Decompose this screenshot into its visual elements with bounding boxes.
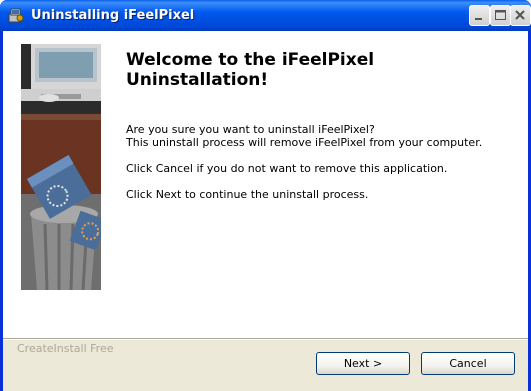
cancel-button[interactable]: Cancel — [421, 352, 515, 375]
uninstaller-window: Uninstalling iFeelPixel Welcome to the i… — [0, 0, 531, 391]
remove-description: This uninstall process will remove iFeel… — [126, 136, 483, 149]
footer-divider-highlight — [3, 339, 528, 340]
title-bar[interactable]: Uninstalling iFeelPixel — [0, 0, 531, 31]
dialog-client-area: Welcome to the iFeelPixel Uninstallation… — [3, 31, 528, 391]
window-title: Uninstalling iFeelPixel — [31, 8, 195, 23]
maximize-icon — [495, 10, 506, 20]
welcome-panel: Welcome to the iFeelPixel Uninstallation… — [3, 31, 528, 338]
next-button-label: Next > — [343, 357, 383, 370]
minimize-icon — [475, 18, 482, 20]
next-instruction: Click Next to continue the uninstall pro… — [126, 188, 369, 201]
close-icon — [515, 10, 525, 20]
minimize-button[interactable] — [469, 5, 490, 26]
installer-icon[interactable] — [7, 6, 25, 24]
cancel-instruction: Click Cancel if you do not want to remov… — [126, 162, 448, 175]
cancel-button-label: Cancel — [449, 357, 487, 370]
close-button[interactable] — [510, 5, 531, 26]
next-button[interactable]: Next > — [316, 352, 410, 375]
recycle-bin-illustration — [21, 44, 101, 290]
maximize-button[interactable] — [490, 5, 511, 26]
installer-brand-label: CreateInstall Free — [17, 342, 114, 355]
welcome-heading: Welcome to the iFeelPixel Uninstallation… — [126, 50, 375, 90]
confirm-question: Are you sure you want to uninstall iFeel… — [126, 123, 375, 136]
